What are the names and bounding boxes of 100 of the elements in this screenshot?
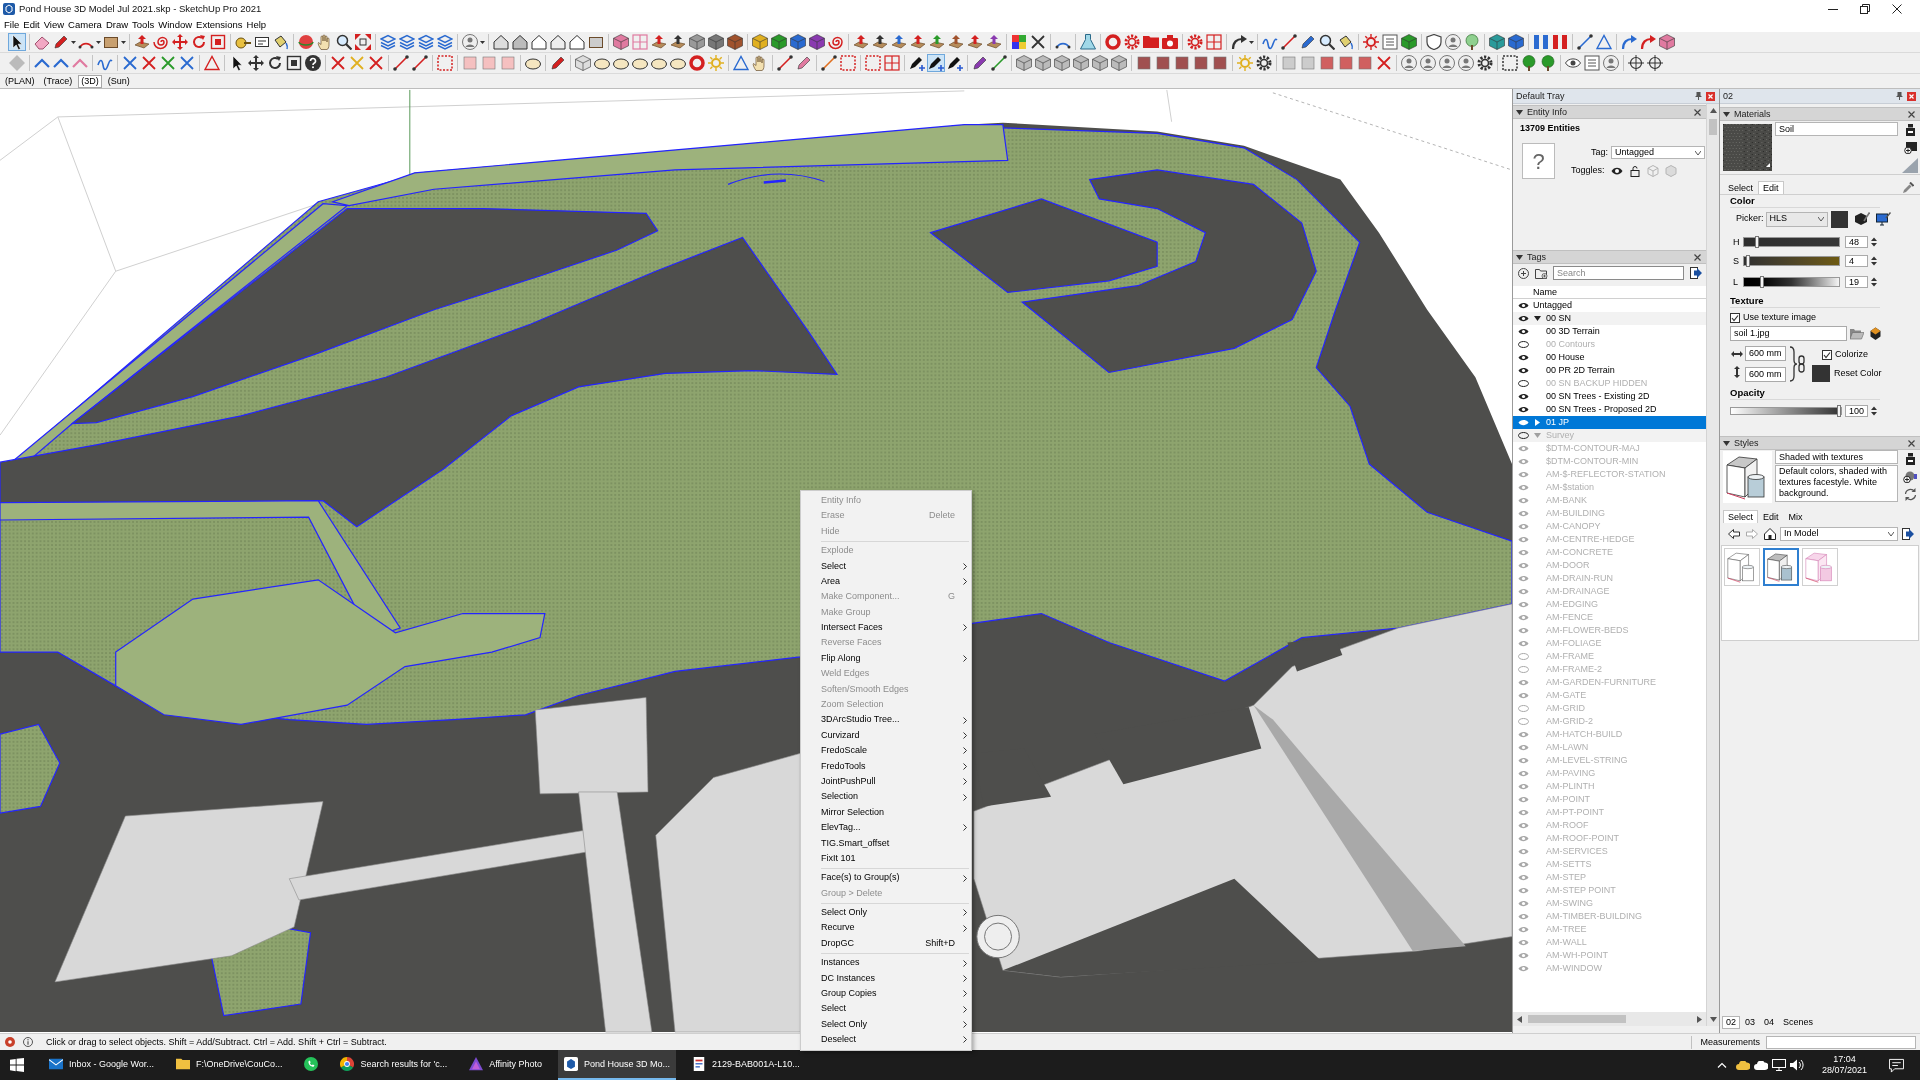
down-arrow-icon[interactable]: [1709, 1017, 1717, 1022]
chevron-right-icon[interactable]: [963, 959, 967, 967]
square-icon[interactable]: [1193, 55, 1209, 71]
label-icon[interactable]: [254, 34, 270, 50]
square-icon[interactable]: [1136, 55, 1152, 71]
checkbox[interactable]: [1730, 313, 1740, 323]
menu-bar-item[interactable]: Tools: [130, 19, 157, 31]
number-field[interactable]: 4: [1845, 255, 1868, 267]
description-field[interactable]: Default colors, shaded with textures facestyle. White background.: [1775, 465, 1898, 502]
spiral-icon[interactable]: [828, 34, 844, 50]
chevron-right-icon[interactable]: [963, 1005, 967, 1013]
triangle-icon[interactable]: [204, 55, 220, 71]
folder-plus-icon[interactable]: [1535, 267, 1548, 279]
caret-icon[interactable]: [1888, 532, 1894, 536]
tray-tab[interactable]: Scenes: [1779, 1015, 1818, 1029]
chevron-right-icon[interactable]: [963, 655, 967, 663]
ellipse-icon[interactable]: [651, 55, 667, 71]
four-arrows-icon[interactable]: [248, 55, 264, 71]
eye-icon[interactable]: [1565, 55, 1581, 71]
eye-outline-icon[interactable]: [1518, 432, 1529, 439]
cube-icon[interactable]: [809, 34, 825, 50]
pin-icon[interactable]: [1695, 92, 1702, 100]
nested-squares-icon[interactable]: [286, 55, 302, 71]
caret-down-icon[interactable]: [1723, 440, 1730, 446]
folder-icon[interactable]: [1143, 34, 1159, 50]
taskbar-button[interactable]: F:\OneDrive\CouCo...: [169, 1050, 289, 1080]
chevron-right-icon[interactable]: [963, 778, 967, 786]
cursor-icon[interactable]: [8, 33, 26, 51]
folder-icon[interactable]: [1850, 327, 1864, 340]
panel-tab[interactable]: Edit: [1758, 510, 1784, 523]
cube-icon[interactable]: [613, 34, 629, 50]
caret-icon[interactable]: [96, 40, 101, 44]
line-icon[interactable]: [393, 55, 409, 71]
spinner-icon[interactable]: [1870, 255, 1878, 267]
cloud-icon[interactable]: [1735, 1060, 1750, 1070]
start-icon[interactable]: [10, 1058, 24, 1072]
sphere-plus-icon[interactable]: [1903, 471, 1917, 483]
triangle-icon[interactable]: [1596, 34, 1612, 50]
ellipse-icon[interactable]: [525, 55, 541, 71]
house-icon[interactable]: [569, 34, 585, 50]
crosshair-icon[interactable]: [1628, 55, 1644, 71]
pencil-icon[interactable]: [796, 55, 812, 71]
eyedropper-icon[interactable]: [1903, 182, 1914, 193]
slider-thumb[interactable]: [1754, 236, 1759, 248]
pencil-icon[interactable]: [53, 34, 69, 50]
chevron-right-icon[interactable]: [963, 747, 967, 755]
spinner-icon[interactable]: [1870, 276, 1878, 288]
chevron-right-icon[interactable]: [963, 924, 967, 932]
user-icon[interactable]: [1439, 55, 1455, 71]
speaker-icon[interactable]: [1789, 1059, 1804, 1071]
close-icon[interactable]: [1892, 4, 1902, 14]
rectangle-icon[interactable]: [588, 34, 604, 50]
chevron-right-icon[interactable]: [963, 990, 967, 998]
triangle-icon[interactable]: [733, 55, 749, 71]
eye-outline-icon[interactable]: [1518, 380, 1529, 387]
chevron-right-icon[interactable]: [963, 824, 967, 832]
menu-item[interactable]: Recurve: [801, 920, 971, 936]
chevron-right-icon[interactable]: [963, 909, 967, 917]
panel-header[interactable]: Entity Info: [1513, 105, 1706, 119]
chevron-right-icon[interactable]: [963, 974, 967, 982]
jar-icon[interactable]: [1904, 453, 1916, 465]
number-field[interactable]: 600 mm: [1745, 367, 1786, 382]
refresh-icon[interactable]: [1903, 488, 1917, 501]
slider-thumb[interactable]: [1837, 405, 1841, 417]
menu-item[interactable]: ElevTag...: [801, 820, 971, 836]
cube-icon[interactable]: [1489, 34, 1505, 50]
page-arrow-icon[interactable]: [1690, 267, 1702, 279]
slider-thumb[interactable]: [1760, 276, 1765, 288]
list-icon[interactable]: [1382, 34, 1398, 50]
slider-track[interactable]: [1730, 407, 1842, 415]
panel-header[interactable]: Styles: [1720, 436, 1920, 450]
slider-track[interactable]: [1743, 277, 1840, 287]
taskbar-button[interactable]: Affinity Photo: [463, 1050, 549, 1080]
scrollbar[interactable]: [1706, 104, 1719, 1026]
square-icon[interactable]: [1212, 55, 1228, 71]
menu-bar-item[interactable]: Extensions: [194, 19, 245, 31]
sun-icon[interactable]: [1363, 34, 1379, 50]
menu-bar-item[interactable]: Draw: [103, 19, 131, 31]
dashed-square-icon[interactable]: [1502, 55, 1518, 71]
panel-tab[interactable]: Edit: [1758, 181, 1784, 194]
house-icon[interactable]: [1764, 528, 1776, 540]
name-field[interactable]: Soil: [1775, 122, 1898, 136]
chevron-right-icon[interactable]: [963, 762, 967, 770]
sphere-icon[interactable]: [298, 34, 314, 50]
color-swatch-icon[interactable]: [1812, 365, 1830, 382]
panel-tab[interactable]: Select: [1723, 181, 1758, 194]
square-icon[interactable]: [1319, 55, 1335, 71]
chevron-right-icon[interactable]: [963, 1021, 967, 1029]
menu-item[interactable]: Select: [801, 1001, 971, 1017]
menu-item[interactable]: DC Instances: [801, 970, 971, 987]
slider-thumb[interactable]: [1745, 255, 1750, 267]
chevron-right-icon[interactable]: [963, 874, 967, 882]
gear-icon[interactable]: [1256, 55, 1272, 71]
chevron-right-icon[interactable]: [963, 793, 967, 801]
pen-plus-icon[interactable]: [909, 55, 925, 71]
menu-item[interactable]: Deselect: [801, 1032, 971, 1048]
cube-icon[interactable]: [575, 55, 591, 71]
user-icon[interactable]: [462, 34, 478, 50]
menu-bar-item[interactable]: Help: [244, 19, 269, 31]
site-model-drawing[interactable]: [0, 89, 1512, 1033]
